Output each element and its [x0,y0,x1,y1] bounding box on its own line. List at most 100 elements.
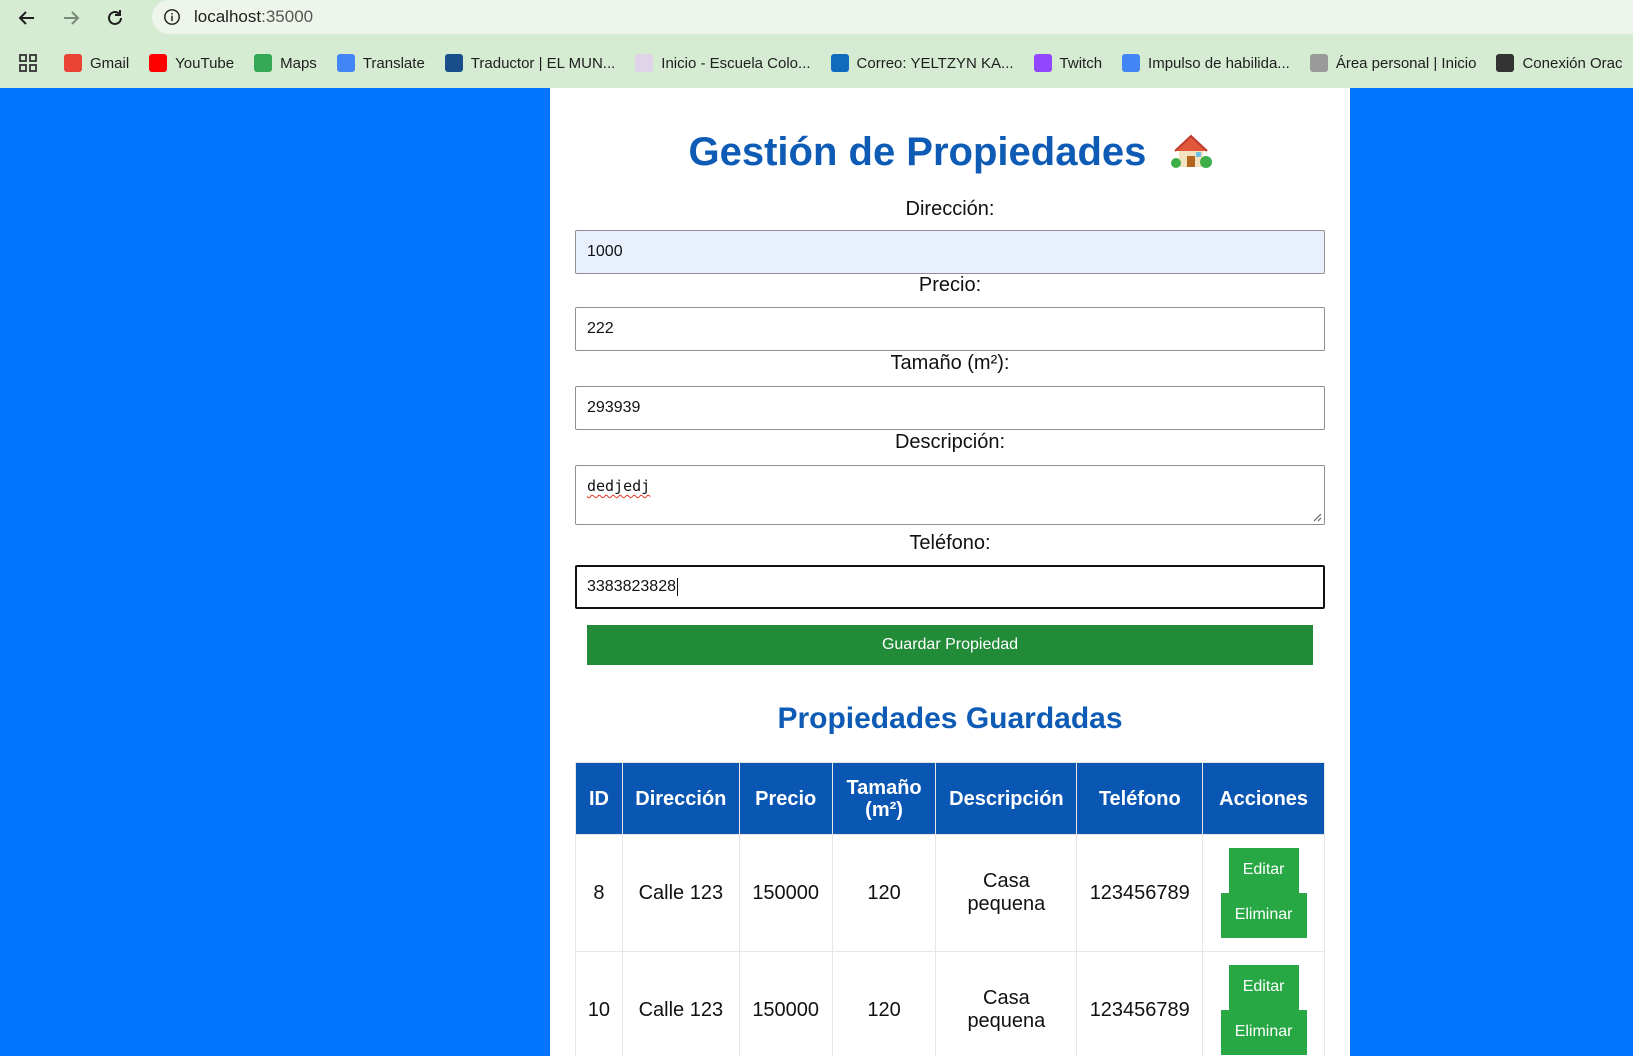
bookmark-item[interactable]: Área personal | Inicio [1309,54,1477,72]
bookmark-label: Impulso de habilida... [1148,54,1290,72]
header-telefono: Teléfono [1076,762,1204,835]
cell-tamano: 120 [831,834,937,952]
outlook-icon [830,54,849,72]
bookmark-item[interactable]: YouTube [149,54,234,72]
precio-value: 222 [587,320,614,337]
cell-precio: 150000 [738,951,833,1056]
moodle-icon [1309,54,1328,72]
bookmark-item[interactable]: Maps [254,54,317,72]
cell-direccion: Calle 123 [621,951,740,1056]
page-title: Gestión de Propiedades [550,130,1350,175]
tamano-label: Tamaño (m²): [890,352,1010,374]
bookmark-label: Correo: YELTZYN KA... [856,54,1014,72]
delete-button[interactable]: Eliminar [1220,1010,1307,1055]
header-id: ID [575,762,623,835]
bookmark-label: YouTube [175,54,235,72]
cell-precio: 150000 [738,834,833,952]
telefono-input[interactable]: 3383823828 [575,565,1325,609]
apps-grid-icon[interactable] [18,49,38,77]
arrow-right-icon [64,11,80,25]
header-direccion: Dirección [621,762,740,835]
precio-label: Precio: [918,274,982,296]
table-header-row: ID Dirección Precio Tamaño (m²) Descripc… [575,762,1325,835]
bookmark-label: Twitch [1059,54,1103,72]
world-icon [1496,54,1515,72]
descripcion-label: Descripción: [894,431,1006,453]
table-row: 8 Calle 123 150000 120 Casa pequena 1234… [575,834,1325,952]
url-port: :35000 [261,7,314,26]
direccion-input[interactable]: 1000 [575,230,1325,274]
address-row: localhost:35000 [0,0,1633,36]
cell-tamano: 120 [831,951,937,1056]
cell-descripcion: Casa pequena [935,951,1078,1056]
reload-button[interactable] [101,4,129,32]
google-cloud-icon [1122,54,1141,72]
descripcion-value: dedjedj [587,477,651,495]
cell-id: 10 [575,951,623,1056]
telefono-label: Teléfono: [909,532,991,554]
site-info-icon[interactable] [158,3,186,31]
header-precio: Precio [738,762,833,835]
cell-descripcion: Casa pequena [935,834,1078,952]
descripcion-textarea[interactable]: dedjedj [575,465,1325,525]
row-actions: Editar Eliminar [1211,848,1316,938]
row-actions: Editar Eliminar [1211,965,1316,1055]
translate-icon [336,54,355,72]
forward-button[interactable] [57,4,85,32]
bookmarks-bar: Gmail YouTube Maps Translate Traductor | EL … [0,46,1633,80]
cell-telefono: 123456789 [1076,951,1204,1056]
tamano-input[interactable]: 293939 [575,386,1325,430]
browser-chrome: localhost:35000 Gmail YouTube Maps Translat… [0,0,1633,88]
back-button[interactable] [13,4,41,32]
twitch-icon [1033,54,1052,72]
header-descripcion: Descripción [935,762,1078,835]
telefono-value: 3383823828 [587,578,676,595]
main-card: Gestión de Propiedades Dirección: 1000 P… [550,88,1350,1056]
reload-icon [108,10,122,25]
cell-acciones: Editar Eliminar [1202,951,1325,1056]
bookmark-item[interactable]: Impulso de habilida... [1122,54,1290,72]
gmail-icon [64,54,82,72]
delete-button[interactable]: Eliminar [1220,893,1307,938]
text-caret [676,578,678,596]
bookmark-item[interactable]: Translate [336,54,425,72]
cell-telefono: 123456789 [1076,834,1204,952]
bookmark-item[interactable]: Gmail [64,54,129,72]
precio-input[interactable]: 222 [575,307,1325,351]
bookmark-label: Translate [362,54,425,72]
bookmark-item[interactable]: Correo: YELTZYN KA... [830,54,1014,72]
table-row: 10 Calle 123 150000 120 Casa pequena 123… [575,951,1325,1056]
header-acciones: Acciones [1202,762,1325,835]
arrow-left-icon [18,11,34,25]
properties-table: ID Dirección Precio Tamaño (m²) Descripc… [575,762,1325,1056]
cell-acciones: Editar Eliminar [1202,834,1325,952]
edit-button[interactable]: Editar [1228,965,1299,1010]
bookmark-label: Gmail [90,54,130,72]
bookmark-label: Área personal | Inicio [1335,54,1477,72]
resize-grip-icon[interactable] [1312,512,1322,522]
page-icon [635,54,654,72]
save-property-button[interactable]: Guardar Propiedad [587,625,1313,665]
maps-icon [254,54,273,72]
direccion-value: 1000 [587,243,623,260]
direccion-label: Dirección: [905,198,995,220]
bookmark-label: Conexión Orac [1522,54,1623,72]
youtube-icon [149,54,168,72]
globe-icon [444,54,463,72]
bookmark-item[interactable]: Traductor | EL MUN... [444,54,616,72]
url-text: localhost:35000 [194,7,313,27]
bookmark-item[interactable]: Conexión Orac [1496,54,1623,72]
cell-direccion: Calle 123 [621,834,740,952]
bookmark-label: Traductor | EL MUN... [470,54,616,72]
bookmark-item[interactable]: Twitch [1033,54,1103,72]
cell-id: 8 [575,834,623,952]
tamano-value: 293939 [587,399,641,416]
bookmark-label: Inicio - Escuela Colo... [661,54,811,72]
bookmark-item[interactable]: Inicio - Escuela Colo... [635,54,811,72]
header-tamano: Tamaño (m²) [831,762,937,835]
edit-button[interactable]: Editar [1228,848,1299,893]
url-host: localhost [194,7,262,26]
bookmark-label: Maps [280,54,317,72]
page-title-text: Gestión de Propiedades [688,130,1147,174]
address-bar[interactable]: localhost:35000 [152,0,1633,34]
